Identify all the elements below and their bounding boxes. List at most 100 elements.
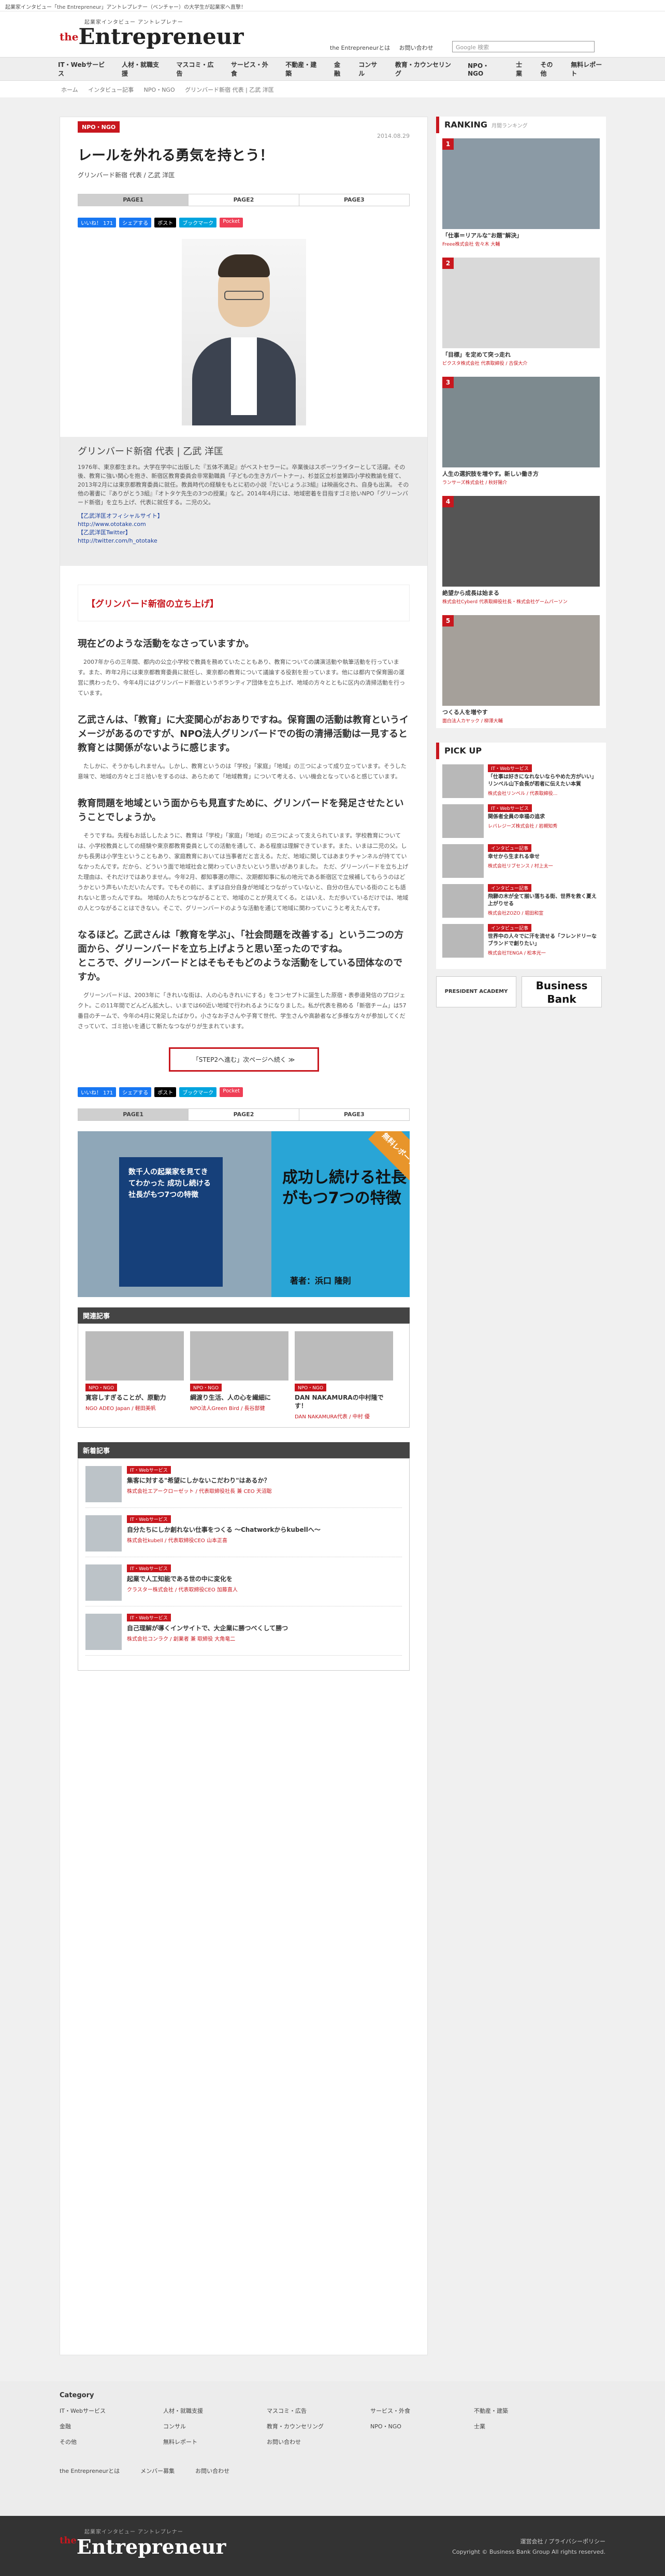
profile-link[interactable]: http://twitter.com/h_ototake (78, 537, 410, 545)
nav-item[interactable]: 不動産・建築 (285, 60, 322, 78)
breadcrumb-item[interactable]: NPO・NGO (144, 87, 175, 93)
hatena-bookmark-button[interactable]: ブックマーク (179, 218, 217, 227)
answer: 2007年からの三年間、都内の公立小学校で教員を務めていたこともあり、教育につい… (78, 659, 406, 696)
footer-link[interactable]: 金融 (60, 2422, 163, 2430)
ranking-item[interactable]: 5 つくる人を増やす 面白法人カヤック / 柳澤大輔 (442, 615, 600, 728)
next-page-button[interactable]: 「STEP2へ進む」次ページへ続く ≫ (168, 1047, 319, 1072)
nav-item[interactable]: NPO・NGO (468, 61, 503, 77)
related-item[interactable]: NPO・NGO DAN NAKAMURAの中村隆です！ DAN NAKAMURA… (295, 1331, 393, 1420)
ranking-company: ピクスタ株式会社 代表取締役 / 古俣大介 (442, 361, 528, 366)
category-badge: IT・Webサービス (127, 1466, 171, 1474)
news-company: 株式会社コンラク / 創業者 兼 取締役 大角竜二 (127, 1636, 236, 1642)
ranking-title: 「仕事＝リアルな"お題"解決」 (442, 232, 523, 239)
pickup-company: レバレジーズ株式会社 / 岩槻知秀 (488, 824, 558, 829)
footer-link[interactable]: サービス・外食 (370, 2407, 474, 2415)
new-articles: IT・Webサービス 集客に対する"希望にしかないこだわり"はあるか？ 株式会社エア… (78, 1458, 410, 1671)
profile-links: 【乙武洋匡オフィシャルサイト】 http://www.ototake.com 【… (78, 512, 410, 545)
pickup-item[interactable]: インタビュー記事 幸せから生まれる幸せ 株式会社リブセンス / 村上太一 (442, 844, 600, 878)
president-academy-banner[interactable]: PRESIDENT ACADEMY (436, 976, 516, 1007)
footer-link[interactable]: マスコミ・広告 (267, 2407, 370, 2415)
footer-link[interactable]: 士業 (474, 2422, 577, 2430)
pickup-item[interactable]: インタビュー記事 世界中の人々でに汗を流せる「フレンドリーなブランドで創りたい」株… (442, 924, 600, 958)
about-link[interactable]: the Entrepreneurとは (330, 45, 390, 51)
pickup-item[interactable]: IT・Webサービス 関係者全員の幸福の追求 レバレジーズ株式会社 / 岩槻知秀 (442, 804, 600, 838)
footer-link[interactable]: the Entrepreneurとは (60, 2467, 120, 2475)
business-bank-banner[interactable]: Business Bank (522, 976, 602, 1007)
facebook-share-button[interactable]: シェアする (119, 1087, 152, 1097)
news-title: 自分たちにしか創れない仕事をつくる 〜Chatworkからkubellへ〜 (127, 1526, 321, 1533)
page-tab[interactable]: PAGE1 (78, 194, 189, 206)
news-thumbnail (85, 1614, 122, 1650)
nav-item[interactable]: 金融 (334, 60, 346, 78)
ranking-item[interactable]: 3 人生の選択肢を増やす。新しい働き方 ランサーズ株式会社 / 秋好陽介 (442, 377, 600, 490)
ranking-item[interactable]: 2 「目標」を定めて突っ走れ ピクスタ株式会社 代表取締役 / 古俣大介 (442, 258, 600, 371)
nav-item[interactable]: 士業 (516, 60, 528, 78)
site-logo[interactable]: 起業家インタビュー アントレプレナー theEntrepreneur (60, 18, 243, 48)
news-item[interactable]: IT・Webサービス 自己理解が導くインサイトで、大企業に勝つべくして勝つ 株式会社… (85, 1614, 402, 1656)
news-thumbnail (85, 1466, 122, 1502)
nav-item[interactable]: 無料レポート (571, 60, 607, 78)
page-tab[interactable]: PAGE1 (78, 1109, 189, 1120)
related-item[interactable]: NPO・NGO 綱渡り生活、人の心を繊細に NPO法人Green Bird / … (190, 1331, 288, 1420)
nav-item[interactable]: コンサル (358, 60, 383, 78)
page-tab[interactable]: PAGE3 (299, 194, 409, 206)
facebook-like-button[interactable]: いいね！ 171 (78, 218, 117, 227)
pickup-title: 「仕事は好きになれないならやめた方がいい」リンベル山下会長が若者に伝えたい本質 (488, 774, 597, 787)
breadcrumb-item[interactable]: インタビュー記事 (88, 87, 134, 93)
category-badge[interactable]: NPO・NGO (78, 121, 120, 133)
pocket-button[interactable]: Pocket (220, 218, 243, 227)
breadcrumb-home[interactable]: ホーム (61, 87, 78, 93)
pickup-thumbnail (442, 804, 484, 838)
footer-link[interactable]: お問い合わせ (267, 2438, 370, 2446)
nav-item[interactable]: 人材・就職支援 (122, 60, 164, 78)
ranking-item[interactable]: 1 「仕事＝リアルな"お題"解決」 Freee株式会社 佐々木 大輔 (442, 138, 600, 251)
footer-link[interactable]: コンサル (163, 2422, 267, 2430)
nav-item[interactable]: 教育・カウンセリング (395, 60, 455, 78)
news-item[interactable]: IT・Webサービス 集客に対する"希望にしかないこだわり"はあるか？ 株式会社エア… (85, 1466, 402, 1508)
ranking-item[interactable]: 4 絶望から成長は始まる 株式会社Cyberd 代表取締役社長・株式会社ゲームパーソ… (442, 496, 600, 609)
nav-item[interactable]: マスコミ・広告 (176, 60, 218, 78)
footer-link[interactable]: IT・Webサービス (60, 2407, 163, 2415)
pickup-item[interactable]: IT・Webサービス「仕事は好きになれないならやめた方がいい」リンベル山下会長が… (442, 764, 600, 798)
footer-policy-links[interactable]: 運営会社 / プライバシーポリシー (452, 2537, 605, 2547)
ranking-list: 1 「仕事＝リアルな"お題"解決」 Freee株式会社 佐々木 大輔 2 「目標」を定… (436, 133, 606, 728)
footer-link[interactable]: 教育・カウンセリング (267, 2422, 370, 2430)
related-thumbnail (190, 1331, 288, 1380)
x-post-button[interactable]: ポスト (154, 218, 177, 227)
related-item[interactable]: NPO・NGO 寛容しすぎることが、原動力 NGO ADEO Japan / 軽… (85, 1331, 184, 1420)
ranking-title: つくる人を増やす (442, 709, 488, 716)
nav-item[interactable]: IT・Webサービス (58, 60, 109, 78)
ranking-title: 絶望から成長は始まる (442, 590, 499, 596)
footer-link[interactable]: その他 (60, 2438, 163, 2446)
ranking-title: 「目標」を定めて突っ走れ (442, 351, 511, 358)
footer-link[interactable]: 不動産・建築 (474, 2407, 577, 2415)
pickup-company: 株式会社リンベル / 代表取締役... (488, 791, 558, 796)
profile-link[interactable]: http://www.ototake.com (78, 520, 410, 529)
news-title: 自己理解が導くインサイトで、大企業に勝つべくして勝つ (127, 1625, 288, 1632)
search-input[interactable]: Google 検索 (452, 41, 595, 52)
footer-link[interactable]: メンバー募集 (140, 2467, 175, 2475)
footer-link[interactable]: 人材・就職支援 (163, 2407, 267, 2415)
category-badge: IT・Webサービス (488, 764, 532, 772)
nav-item[interactable]: その他 (540, 60, 558, 78)
pocket-button[interactable]: Pocket (220, 1087, 243, 1097)
footer-link[interactable]: お問い合わせ (195, 2467, 229, 2475)
footer-link[interactable]: NPO・NGO (370, 2422, 474, 2430)
pickup-item[interactable]: インタビュー記事 飛騨の木が全て揃い落ちる街、世界を救く夏え上がりせる 株式会社ZO… (442, 884, 600, 918)
facebook-share-button[interactable]: シェアする (119, 218, 152, 227)
x-post-button[interactable]: ポスト (154, 1087, 177, 1097)
nav-item[interactable]: サービス・外食 (231, 60, 273, 78)
news-item[interactable]: IT・Webサービス 自分たちにしか創れない仕事をつくる 〜Chatworkからk… (85, 1515, 402, 1557)
footer-link[interactable]: 無料レポート (163, 2438, 267, 2446)
news-item[interactable]: IT・Webサービス 起業で人工知能である世の中に変化を クラスター株式会社 / 代… (85, 1564, 402, 1606)
hatena-bookmark-button[interactable]: ブックマーク (179, 1087, 217, 1097)
pickup-thumbnail (442, 844, 484, 878)
facebook-like-button[interactable]: いいね！ 171 (78, 1087, 117, 1097)
rank-number: 1 (442, 138, 454, 150)
free-report-banner[interactable]: 数千人の起業家を見てきてわかった 成功し続ける社長がもつ7つの特徴 成功し続ける… (78, 1131, 410, 1297)
page-tab[interactable]: PAGE3 (299, 1109, 409, 1120)
page-tab[interactable]: PAGE2 (189, 194, 299, 206)
contact-link[interactable]: お問い合わせ (399, 45, 433, 51)
page-tab[interactable]: PAGE2 (189, 1109, 299, 1120)
pickup-list: IT・Webサービス「仕事は好きになれないならやめた方がいい」リンベル山下会長が… (436, 759, 606, 969)
